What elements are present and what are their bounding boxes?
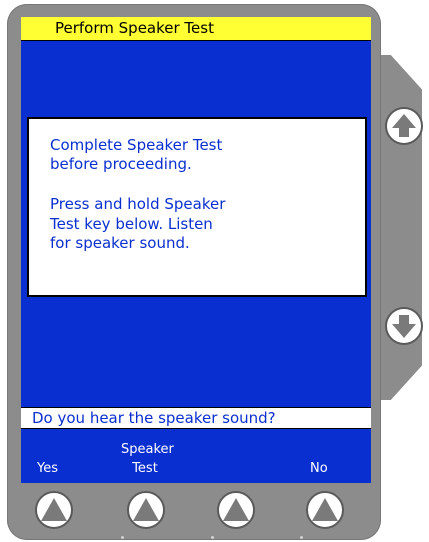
- message-line-4: Test key below. Listen: [50, 215, 213, 233]
- softkey-label-speaker-test-line1: Speaker: [121, 442, 174, 457]
- bezel-dot: [300, 536, 303, 539]
- softkey-label-speaker-test-line2: Test: [132, 461, 158, 476]
- softkey-label-yes: Yes: [37, 461, 58, 476]
- up-arrow-icon: [392, 114, 416, 137]
- softkey-label-no: No: [310, 461, 328, 476]
- message-line-3: Press and hold Speaker: [50, 195, 226, 213]
- title-bar: Perform Speaker Test: [21, 17, 371, 41]
- message-box: Complete Speaker Test before proceeding.…: [27, 117, 367, 297]
- up-triangle-icon: [41, 498, 67, 521]
- softkey-3-button[interactable]: [217, 491, 255, 529]
- page-title: Perform Speaker Test: [55, 19, 214, 37]
- up-triangle-icon: [133, 498, 159, 521]
- bezel-dot: [211, 536, 214, 539]
- softkey-speaker-test-button[interactable]: [127, 491, 165, 529]
- up-triangle-icon: [312, 498, 338, 521]
- scroll-down-button[interactable]: [385, 307, 423, 345]
- softkey-yes-button[interactable]: [35, 491, 73, 529]
- screen: Perform Speaker Test Complete Speaker Te…: [21, 17, 371, 483]
- up-triangle-icon: [223, 498, 249, 521]
- down-arrow-icon: [392, 315, 416, 338]
- message-line-2: before proceeding.: [50, 155, 192, 173]
- softkey-no-button[interactable]: [306, 491, 344, 529]
- message-line-1: Complete Speaker Test: [50, 136, 223, 154]
- scroll-up-button[interactable]: [385, 107, 423, 145]
- message-line-5: for speaker sound.: [50, 234, 190, 252]
- bezel-dot: [121, 536, 124, 539]
- device: Perform Speaker Test Complete Speaker Te…: [0, 0, 429, 542]
- prompt-bar: Do you hear the speaker sound?: [21, 407, 371, 429]
- prompt-text: Do you hear the speaker sound?: [32, 409, 276, 427]
